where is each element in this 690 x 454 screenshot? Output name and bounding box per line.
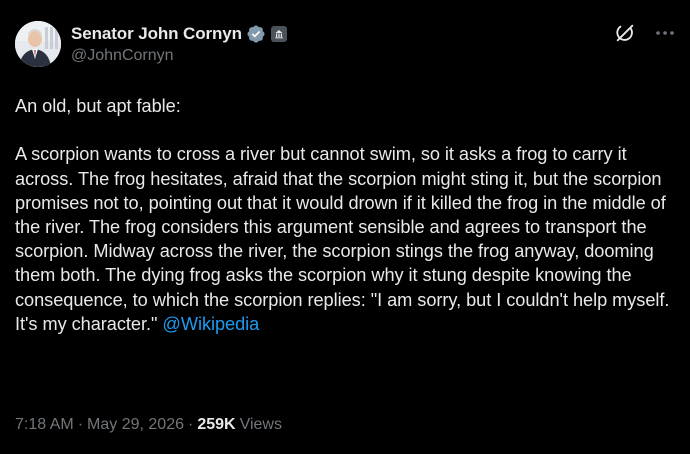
tweet-fable-text: A scorpion wants to cross a river but ca… [15,144,675,334]
tweet-detail: Senator John Cornyn @JohnCornyn An old, … [0,0,690,454]
author-handle[interactable]: @JohnCornyn [71,47,287,65]
mention-link[interactable]: @Wikipedia [162,314,259,334]
senator-portrait-avatar-icon [15,21,61,67]
tweet-header: Senator John Cornyn @JohnCornyn [15,20,674,72]
tweet-date[interactable]: May 29, 2026 [87,416,184,434]
views-label: Views [239,416,282,433]
author-identity: Senator John Cornyn @JohnCornyn [71,20,287,65]
tweet-metadata: 7:18 AM · May 29, 2026 · 259K Views [15,416,282,434]
author-display-name[interactable]: Senator John Cornyn [71,24,242,44]
views-count[interactable]: 259K [197,416,235,434]
meta-separator: · [77,416,84,433]
avatar[interactable] [15,21,61,67]
more-options-icon[interactable] [654,22,676,44]
meta-separator: · [187,416,194,433]
government-building-icon [270,26,287,42]
author-name-row: Senator John Cornyn [71,22,287,46]
header-actions [614,22,676,44]
grok-icon[interactable] [614,22,636,44]
tweet-intro: An old, but apt fable: [15,96,181,116]
verified-badge-icon[interactable] [246,24,266,44]
tweet-text: An old, but apt fable: A scorpion wants … [15,94,679,336]
tweet-time[interactable]: 7:18 AM [15,416,74,434]
